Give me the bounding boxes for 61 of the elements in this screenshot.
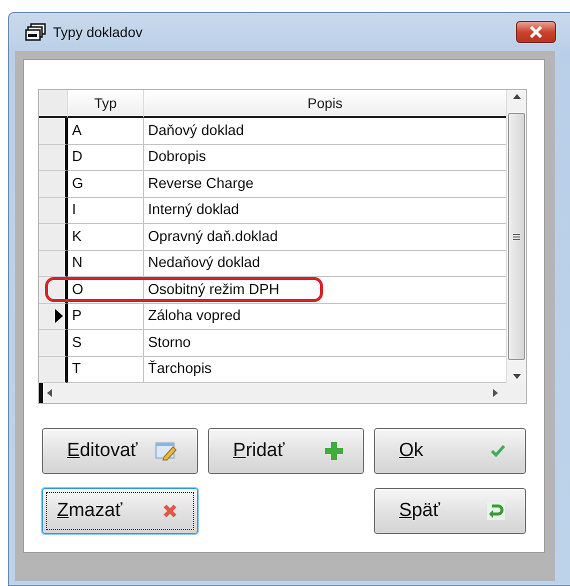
table-cell: N	[67, 250, 143, 277]
table-row[interactable]: I Interný doklad	[39, 198, 506, 224]
table-cell: P	[67, 304, 143, 330]
row-header[interactable]	[39, 171, 67, 198]
table-cell: Osobitný režim DPH	[143, 277, 506, 304]
table-row[interactable]: N Nedaňový doklad	[39, 250, 506, 277]
action-button[interactable]: Späť	[374, 488, 526, 534]
card-stack-icon	[25, 23, 47, 41]
table-cell: Interný doklad	[143, 198, 506, 224]
scroll-right-icon[interactable]	[493, 389, 498, 397]
grip-icon	[513, 234, 520, 240]
cross-icon	[163, 504, 177, 518]
row-header[interactable]	[39, 198, 67, 224]
action-button[interactable]: Pridať	[208, 428, 364, 474]
row-header[interactable]	[39, 277, 67, 304]
column-header[interactable]: Typ	[67, 90, 143, 118]
table-row[interactable]: S Storno	[39, 330, 506, 356]
table-cell: S	[67, 330, 143, 356]
row-header[interactable]	[39, 144, 67, 171]
close-button[interactable]	[516, 21, 556, 43]
table-cell: Nedaňový doklad	[143, 250, 506, 277]
table-cell: Záloha vopred	[143, 304, 506, 330]
scroll-up-icon[interactable]	[512, 94, 520, 99]
scroll-thumb[interactable]	[508, 113, 525, 360]
action-button[interactable]: Ok	[374, 428, 526, 474]
close-icon	[529, 26, 543, 38]
table-cell: Opravný daň.doklad	[143, 224, 506, 250]
table-cell: K	[67, 224, 143, 250]
vertical-scrollbar[interactable]	[506, 90, 526, 383]
table-cell: Reverse Charge	[143, 171, 506, 198]
grid-corner	[39, 90, 67, 118]
table-row[interactable]: K Opravný daň.doklad	[39, 224, 506, 250]
edit-icon	[155, 441, 177, 461]
row-header[interactable]	[39, 224, 67, 250]
table-cell: O	[67, 277, 143, 304]
table-cell: I	[67, 198, 143, 224]
scroll-down-icon[interactable]	[512, 374, 520, 379]
plus-icon	[325, 442, 343, 460]
table-row[interactable]: A Daňový doklad	[39, 118, 506, 144]
checkmark-icon	[491, 445, 505, 457]
table-cell: A	[67, 118, 143, 144]
table-cell: Storno	[143, 330, 506, 356]
row-header[interactable]	[39, 250, 67, 277]
table-row[interactable]: D Dobropis	[39, 144, 506, 171]
table-row[interactable]: O Osobitný režim DPH	[39, 277, 506, 304]
action-button[interactable]: Zmazať	[42, 488, 198, 534]
column-header[interactable]: Popis	[143, 90, 506, 118]
action-button[interactable]: Editovať	[42, 428, 198, 474]
row-header[interactable]	[39, 304, 67, 330]
table-cell: G	[67, 171, 143, 198]
row-header[interactable]	[39, 356, 67, 383]
table-row[interactable]: P Záloha vopred	[39, 304, 506, 330]
table-row[interactable]: G Reverse Charge	[39, 171, 506, 198]
scroll-left-icon[interactable]	[47, 389, 52, 397]
table-cell: Dobropis	[143, 144, 506, 171]
table-cell: D	[67, 144, 143, 171]
table-cell: Daňový doklad	[143, 118, 506, 144]
row-header[interactable]	[39, 330, 67, 356]
row-header[interactable]	[39, 118, 67, 144]
window-title: Typy dokladov	[53, 24, 144, 40]
horizontal-scrollbar[interactable]	[39, 383, 526, 403]
